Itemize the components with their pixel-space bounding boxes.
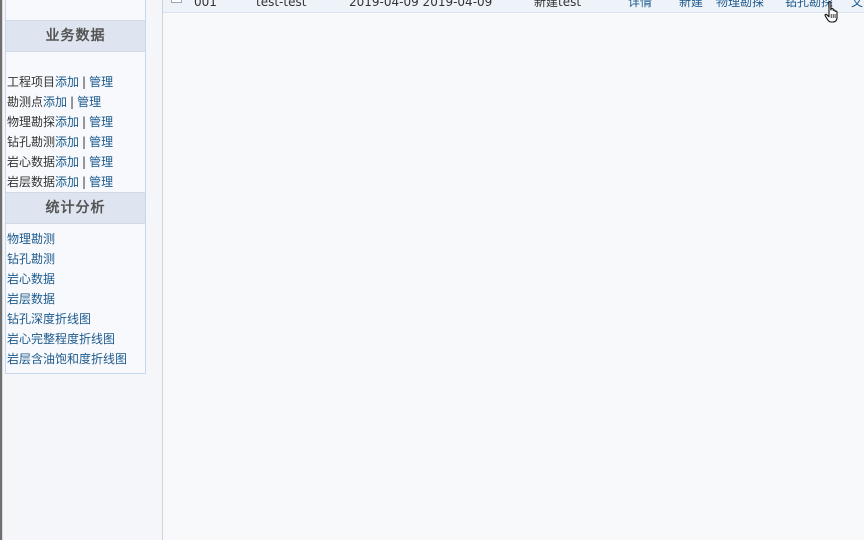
sidebar-item-survey-point: 勘测点添加 | 管理 — [6, 92, 145, 112]
statistics-header[interactable]: 统计分析 — [6, 192, 145, 224]
item-label: 工程项目 — [7, 75, 56, 89]
add-link[interactable]: 添加 — [43, 95, 67, 109]
stats-link-drill-depth-chart[interactable]: 钻孔深度折线图 — [7, 312, 91, 326]
row-creator: 新建test — [534, 0, 582, 9]
stats-item: 物理勘测 — [6, 229, 145, 249]
new-link[interactable]: 新建 — [679, 0, 703, 12]
separator: | — [82, 175, 87, 189]
sidebar-item-core-data: 岩心数据添加 | 管理 — [6, 152, 145, 172]
manage-link[interactable]: 管理 — [89, 135, 113, 149]
stats-link-core-data[interactable]: 岩心数据 — [7, 272, 55, 286]
sidebar-item-project: 工程项目添加 | 管理 — [6, 72, 145, 92]
stats-link-drill-survey[interactable]: 钻孔勘测 — [7, 252, 55, 266]
stats-item: 岩层数据 — [6, 289, 145, 309]
item-label: 勘测点 — [7, 95, 44, 109]
add-link[interactable]: 添加 — [55, 115, 79, 129]
stats-item: 岩心数据 — [6, 269, 145, 289]
app-window: 业务数据 工程项目添加 | 管理 勘测点添加 | 管理 物理勘探添加 | 管理 钻孔勘测添加… — [0, 0, 864, 540]
stats-item: 钻孔深度折线图 — [6, 309, 145, 329]
separator: | — [82, 155, 87, 169]
add-link[interactable]: 添加 — [55, 135, 79, 149]
item-label: 钻孔勘测 — [7, 135, 56, 149]
separator: | — [70, 95, 75, 109]
add-link[interactable]: 添加 — [55, 75, 79, 89]
add-link[interactable]: 添加 — [55, 155, 79, 169]
sidebar-top-spacer — [6, 0, 145, 20]
hand-pointer-icon — [824, 1, 838, 23]
table-row: 001 test-test 2019-04-09 2019-04-09 新建te… — [163, 0, 864, 13]
manage-link[interactable]: 管理 — [89, 115, 113, 129]
separator: | — [82, 75, 87, 89]
sidebar: 业务数据 工程项目添加 | 管理 勘测点添加 | 管理 物理勘探添加 | 管理 钻孔勘测添加… — [3, 0, 163, 540]
manage-link[interactable]: 管理 — [77, 95, 101, 109]
row-checkbox[interactable] — [171, 0, 182, 3]
sidebar-item-drill-survey: 钻孔勘测添加 | 管理 — [6, 132, 145, 152]
item-label: 岩心数据 — [7, 155, 56, 169]
separator: | — [82, 115, 87, 129]
stats-item: 岩层含油饱和度折线图 — [6, 349, 145, 369]
stats-item: 钻孔勘测 — [6, 249, 145, 269]
add-link[interactable]: 添加 — [55, 175, 79, 189]
manage-link[interactable]: 管理 — [89, 155, 113, 169]
stats-link-core-integrity-chart[interactable]: 岩心完整程度折线图 — [7, 332, 115, 346]
item-label: 物理勘探 — [7, 115, 56, 129]
item-label: 岩层数据 — [7, 175, 56, 189]
sidebar-item-physical-exploration: 物理勘探添加 | 管理 — [6, 112, 145, 132]
stats-link-oil-saturation-chart[interactable]: 岩层含油饱和度折线图 — [7, 352, 127, 366]
detail-link[interactable]: 详情 — [628, 0, 652, 12]
stats-link-strata-data[interactable]: 岩层数据 — [7, 292, 55, 306]
stats-link-physical-survey[interactable]: 物理勘测 — [7, 232, 55, 246]
main-content: 001 test-test 2019-04-09 2019-04-09 新建te… — [163, 0, 864, 540]
manage-link[interactable]: 管理 — [89, 175, 113, 189]
physical-exploration-link[interactable]: 物理勘探 — [716, 0, 764, 12]
separator: | — [82, 135, 87, 149]
more-link[interactable]: 文 — [851, 0, 863, 12]
row-dates: 2019-04-09 2019-04-09 — [349, 0, 493, 9]
row-name: test-test — [256, 0, 307, 9]
window-left-edge — [0, 0, 3, 540]
manage-link[interactable]: 管理 — [89, 75, 113, 89]
stats-item: 岩心完整程度折线图 — [6, 329, 145, 349]
sidebar-menu-panel: 业务数据 工程项目添加 | 管理 勘测点添加 | 管理 物理勘探添加 | 管理 钻孔勘测添加… — [5, 0, 146, 374]
statistics-list: 物理勘测 钻孔勘测 岩心数据 岩层数据 钻孔深度折线图 岩心完整程度折线图 岩层… — [6, 229, 145, 373]
business-data-header[interactable]: 业务数据 — [6, 20, 145, 52]
row-id: 001 — [194, 0, 217, 9]
sidebar-item-strata-data: 岩层数据添加 | 管理 — [6, 172, 145, 192]
